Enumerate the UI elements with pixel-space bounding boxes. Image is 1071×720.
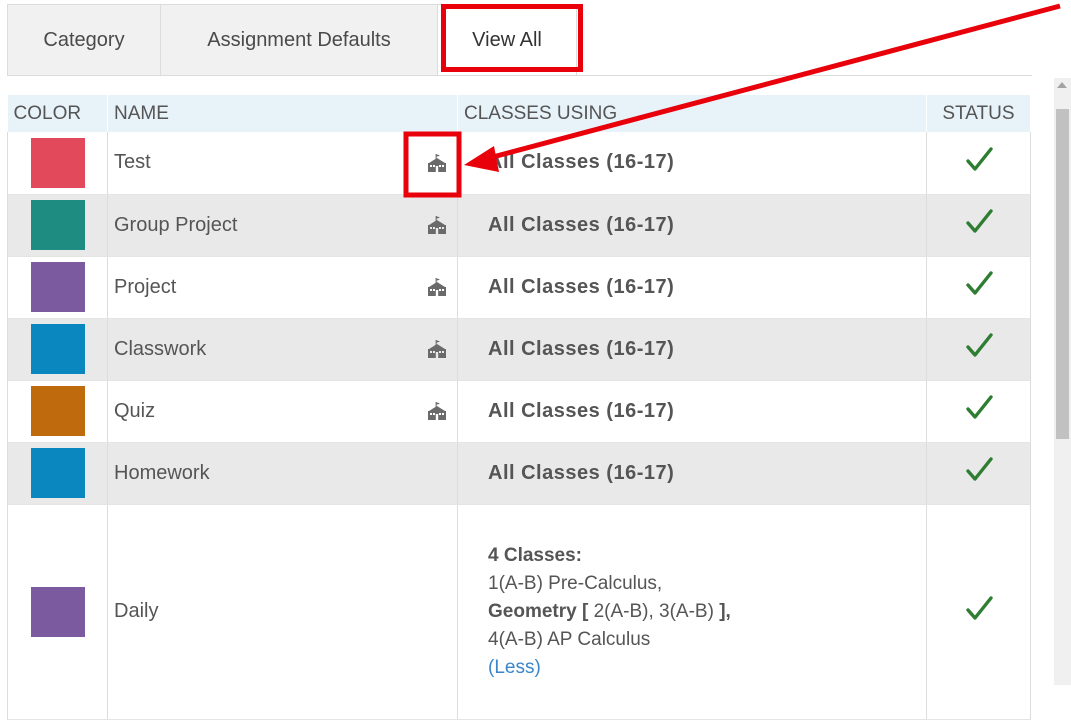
school-building-icon[interactable]	[427, 340, 447, 358]
name-cell: Homework	[107, 442, 458, 505]
classes-using-cell: All Classes (16-17)	[457, 442, 927, 505]
class-entry-geometry: Geometry [ 2(A-B), 3(A-B) ],	[488, 598, 925, 626]
checkmark-icon[interactable]	[963, 454, 995, 486]
column-header-color[interactable]: COLOR	[7, 95, 108, 132]
category-name: Homework	[114, 461, 210, 484]
category-name: Group Project	[114, 213, 238, 236]
name-cell: Classwork	[107, 318, 458, 381]
classes-count: 4 Classes:	[488, 544, 583, 566]
checkmark-icon[interactable]	[963, 330, 995, 362]
status-cell[interactable]	[926, 380, 1031, 443]
color-cell	[7, 442, 108, 505]
panel-border	[7, 75, 1032, 76]
status-cell[interactable]	[926, 442, 1031, 505]
color-swatch[interactable]	[30, 324, 85, 374]
column-header-classes-using[interactable]: CLASSES USING	[457, 95, 927, 132]
status-cell[interactable]	[926, 504, 1031, 720]
category-table: COLOR NAME CLASSES USING STATUS Test All…	[7, 95, 1031, 720]
color-cell	[7, 380, 108, 443]
scroll-up-arrow-icon[interactable]	[1057, 82, 1067, 88]
category-name: Test	[114, 151, 151, 174]
name-cell: Daily	[107, 504, 458, 720]
status-cell[interactable]	[926, 256, 1031, 319]
table-row[interactable]: Classwork All Classes (16-17)	[7, 318, 1031, 381]
checkmark-icon[interactable]	[963, 144, 995, 176]
classes-using-cell: All Classes (16-17)	[457, 194, 927, 257]
classes-using-cell: All Classes (16-17)	[457, 318, 927, 381]
class-entry: 1(A-B) Pre-Calculus,	[488, 572, 663, 594]
tab-category[interactable]: Category	[7, 4, 160, 76]
table-row[interactable]: Homework All Classes (16-17)	[7, 442, 1031, 505]
status-cell[interactable]	[926, 318, 1031, 381]
name-cell: Project	[107, 256, 458, 319]
column-header-status[interactable]: STATUS	[926, 95, 1031, 132]
table-header-row: COLOR NAME CLASSES USING STATUS	[7, 95, 1031, 132]
classes-list: 4 Classes: 1(A-B) Pre-Calculus, Geometry…	[488, 542, 925, 682]
classes-using-cell: All Classes (16-17)	[457, 256, 927, 319]
tab-view-all[interactable]: View All	[437, 4, 577, 76]
table-row[interactable]: Project All Classes (16-17)	[7, 256, 1031, 319]
geometry-close: ],	[719, 600, 731, 622]
school-building-icon[interactable]	[427, 278, 447, 296]
category-name: Quiz	[114, 399, 156, 422]
status-cell[interactable]	[926, 132, 1031, 195]
table-row[interactable]: Quiz All Classes (16-17)	[7, 380, 1031, 443]
name-cell: Quiz	[107, 380, 458, 443]
color-cell	[7, 318, 108, 381]
table-row[interactable]: Daily 4 Classes: 1(A-B) Pre-Calculus, Ge…	[7, 504, 1031, 720]
less-link[interactable]: (Less)	[488, 654, 925, 682]
color-cell	[7, 256, 108, 319]
checkmark-icon[interactable]	[963, 392, 995, 424]
geometry-label: Geometry [	[488, 600, 589, 622]
name-cell: Test	[107, 132, 458, 195]
color-cell	[7, 132, 108, 195]
color-swatch[interactable]	[30, 137, 85, 188]
category-name: Project	[114, 275, 177, 298]
color-swatch[interactable]	[30, 586, 85, 637]
checkmark-icon[interactable]	[963, 593, 995, 625]
geometry-sections: 2(A-B), 3(A-B)	[588, 600, 720, 622]
checkmark-icon[interactable]	[963, 206, 995, 238]
tab-assignment-defaults[interactable]: Assignment Defaults	[160, 4, 437, 76]
table-row[interactable]: Test All Classes (16-17)	[7, 132, 1031, 195]
classes-using-cell: 4 Classes: 1(A-B) Pre-Calculus, Geometry…	[457, 504, 927, 720]
school-building-icon[interactable]	[427, 153, 447, 172]
category-name: Daily	[114, 600, 159, 622]
color-swatch[interactable]	[30, 262, 85, 312]
column-header-name[interactable]: NAME	[107, 95, 458, 132]
school-building-icon[interactable]	[427, 216, 447, 234]
class-entry: 4(A-B) AP Calculus	[488, 628, 651, 650]
scrollbar-thumb[interactable]	[1056, 109, 1069, 439]
tab-bar: Category Assignment Defaults View All	[7, 4, 577, 76]
color-swatch[interactable]	[30, 200, 85, 250]
category-name: Classwork	[114, 337, 207, 360]
classes-using-cell: All Classes (16-17)	[457, 380, 927, 443]
name-cell: Group Project	[107, 194, 458, 257]
color-cell	[7, 504, 108, 720]
classes-using-cell: All Classes (16-17)	[457, 132, 927, 195]
status-cell[interactable]	[926, 194, 1031, 257]
checkmark-icon[interactable]	[963, 268, 995, 300]
color-swatch[interactable]	[30, 448, 85, 498]
color-swatch[interactable]	[30, 386, 85, 436]
table-row[interactable]: Group Project All Classes (16-17)	[7, 194, 1031, 257]
color-cell	[7, 194, 108, 257]
school-building-icon[interactable]	[427, 402, 447, 420]
